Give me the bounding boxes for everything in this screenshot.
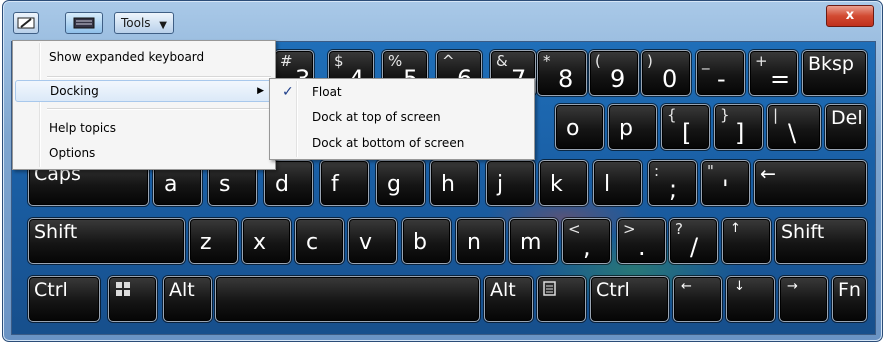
key-right-bracket[interactable]: }] [714,104,763,150]
key-right-alt[interactable]: Alt [484,276,533,322]
tools-menu: Show expanded keyboard Docking ▶ Help top… [12,40,276,170]
key-f[interactable]: f [320,160,369,206]
menu-item-help-topics[interactable]: Help topics [15,117,273,139]
menu-item-show-expanded-keyboard[interactable]: Show expanded keyboard [15,46,273,68]
key-8[interactable]: * 8 [537,50,587,96]
keyboard-mode-button[interactable] [65,12,103,34]
submenu-item-dock-bottom[interactable]: Dock at bottom of screen [272,132,532,154]
menu-item-options[interactable]: Options [15,142,273,164]
key-up-arrow[interactable]: ↑ [722,218,771,264]
key-right-ctrl[interactable]: Ctrl [590,276,669,322]
keyboard-icon [73,17,95,29]
key-backspace[interactable]: Bksp [802,50,867,96]
key-z[interactable]: z [189,218,238,264]
key-x[interactable]: x [242,218,291,264]
key-quote[interactable]: " ' [701,160,750,206]
key-period[interactable]: >. [617,218,666,264]
key-left-bracket[interactable]: {[ [661,104,710,150]
handwriting-icon [17,17,35,29]
key-delete[interactable]: Del [825,104,867,150]
key-equals[interactable]: + = [749,50,798,96]
key-v[interactable]: v [348,218,397,264]
key-right-arrow[interactable]: → [779,276,828,322]
key-k[interactable]: k [539,160,588,206]
menu-item-docking[interactable]: Docking ▶ [15,80,273,102]
key-minus[interactable]: _ - [696,50,745,96]
key-space[interactable] [215,276,480,322]
title-bar: Tools ▼ x [3,1,882,41]
key-9[interactable]: (9 [589,50,639,96]
submenu-item-dock-top[interactable]: Dock at top of screen [272,106,532,128]
handwriting-button[interactable] [13,12,39,34]
key-left-arrow[interactable]: ← [673,276,722,322]
key-fn[interactable]: Fn [832,276,867,322]
key-menu[interactable] [537,276,586,322]
tools-menu-button[interactable]: Tools ▼ [114,12,174,34]
key-o[interactable]: o [555,104,604,150]
key-left-alt[interactable]: Alt [163,276,212,322]
key-backslash[interactable]: | \ [767,104,821,150]
key-enter[interactable]: ← [754,160,867,206]
chevron-right-icon: ▶ [257,86,264,96]
key-g[interactable]: g [376,160,425,206]
key-0[interactable]: ) 0 [641,50,691,96]
key-windows[interactable] [108,276,157,322]
key-slash[interactable]: ? / [669,218,718,264]
docking-submenu: ✓ Float Dock at top of screen Dock at bot… [269,78,535,160]
key-comma[interactable]: <, [562,218,611,264]
chevron-down-icon: ▼ [159,20,167,31]
close-button[interactable]: x [826,5,874,27]
key-n[interactable]: n [456,218,505,264]
key-l[interactable]: l [593,160,642,206]
key-c[interactable]: c [295,218,344,264]
submenu-item-float[interactable]: ✓ Float [272,81,532,103]
key-h[interactable]: h [430,160,479,206]
key-left-shift[interactable]: Shift [28,218,185,264]
key-p[interactable]: p [608,104,657,150]
menu-icon [543,281,556,296]
key-left-ctrl[interactable]: Ctrl [28,276,100,322]
key-right-shift[interactable]: Shift [775,218,867,264]
key-j[interactable]: j [486,160,535,206]
key-down-arrow[interactable]: ↓ [726,276,775,322]
menu-separator [47,108,271,110]
key-b[interactable]: b [402,218,451,264]
windows-logo-icon [116,282,130,296]
menu-separator [47,76,271,78]
key-m[interactable]: m [509,218,558,264]
tools-label: Tools [121,16,151,30]
key-semicolon[interactable]: :; [648,160,697,206]
checkmark-icon: ✓ [282,84,294,100]
